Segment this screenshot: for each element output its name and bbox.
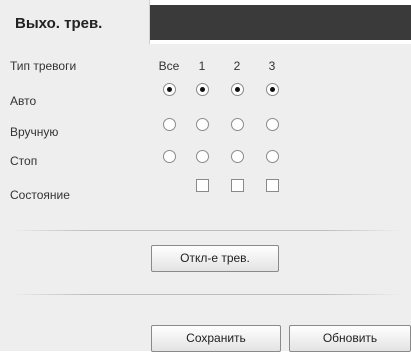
manual-1-radio[interactable] xyxy=(196,118,209,131)
alarm-off-button[interactable]: Откл-е трев. xyxy=(151,245,279,272)
refresh-button[interactable]: Обновить xyxy=(289,325,411,352)
stop-all-radio[interactable] xyxy=(163,150,176,163)
stop-1-radio[interactable] xyxy=(196,150,209,163)
auto-all-radio[interactable] xyxy=(163,83,176,96)
auto-3-radio[interactable] xyxy=(266,83,279,96)
alarm-output-panel: Тип тревоги Авто Вручную Стоп Состояние … xyxy=(0,44,411,352)
auto-row-label: Авто xyxy=(10,94,37,108)
alarm-type-label: Тип тревоги xyxy=(10,59,77,73)
tab-bar: Выхо. трев. xyxy=(0,0,411,44)
status-3-checkbox[interactable] xyxy=(266,179,279,192)
stop-row-label: Стоп xyxy=(10,154,38,168)
tab-alarm-output[interactable]: Выхо. трев. xyxy=(0,0,150,44)
manual-3-radio[interactable] xyxy=(266,118,279,131)
auto-2-radio[interactable] xyxy=(231,83,244,96)
status-row-label: Состояние xyxy=(10,188,70,202)
divider-bottom xyxy=(10,294,401,295)
divider-top xyxy=(10,230,401,231)
tab-label: Выхо. трев. xyxy=(15,15,103,32)
column-3-header: 3 xyxy=(268,59,276,73)
tab-bar-fill xyxy=(150,5,411,40)
stop-2-radio[interactable] xyxy=(231,150,244,163)
status-2-checkbox[interactable] xyxy=(231,179,244,192)
auto-1-radio[interactable] xyxy=(196,83,209,96)
status-1-checkbox[interactable] xyxy=(196,179,209,192)
manual-2-radio[interactable] xyxy=(231,118,244,131)
save-button[interactable]: Сохранить xyxy=(151,325,281,352)
manual-all-radio[interactable] xyxy=(163,118,176,131)
manual-row-label: Вручную xyxy=(10,125,59,139)
column-2-header: 2 xyxy=(233,59,241,73)
column-all-header: Все xyxy=(158,59,180,73)
stop-3-radio[interactable] xyxy=(266,150,279,163)
column-1-header: 1 xyxy=(198,59,206,73)
